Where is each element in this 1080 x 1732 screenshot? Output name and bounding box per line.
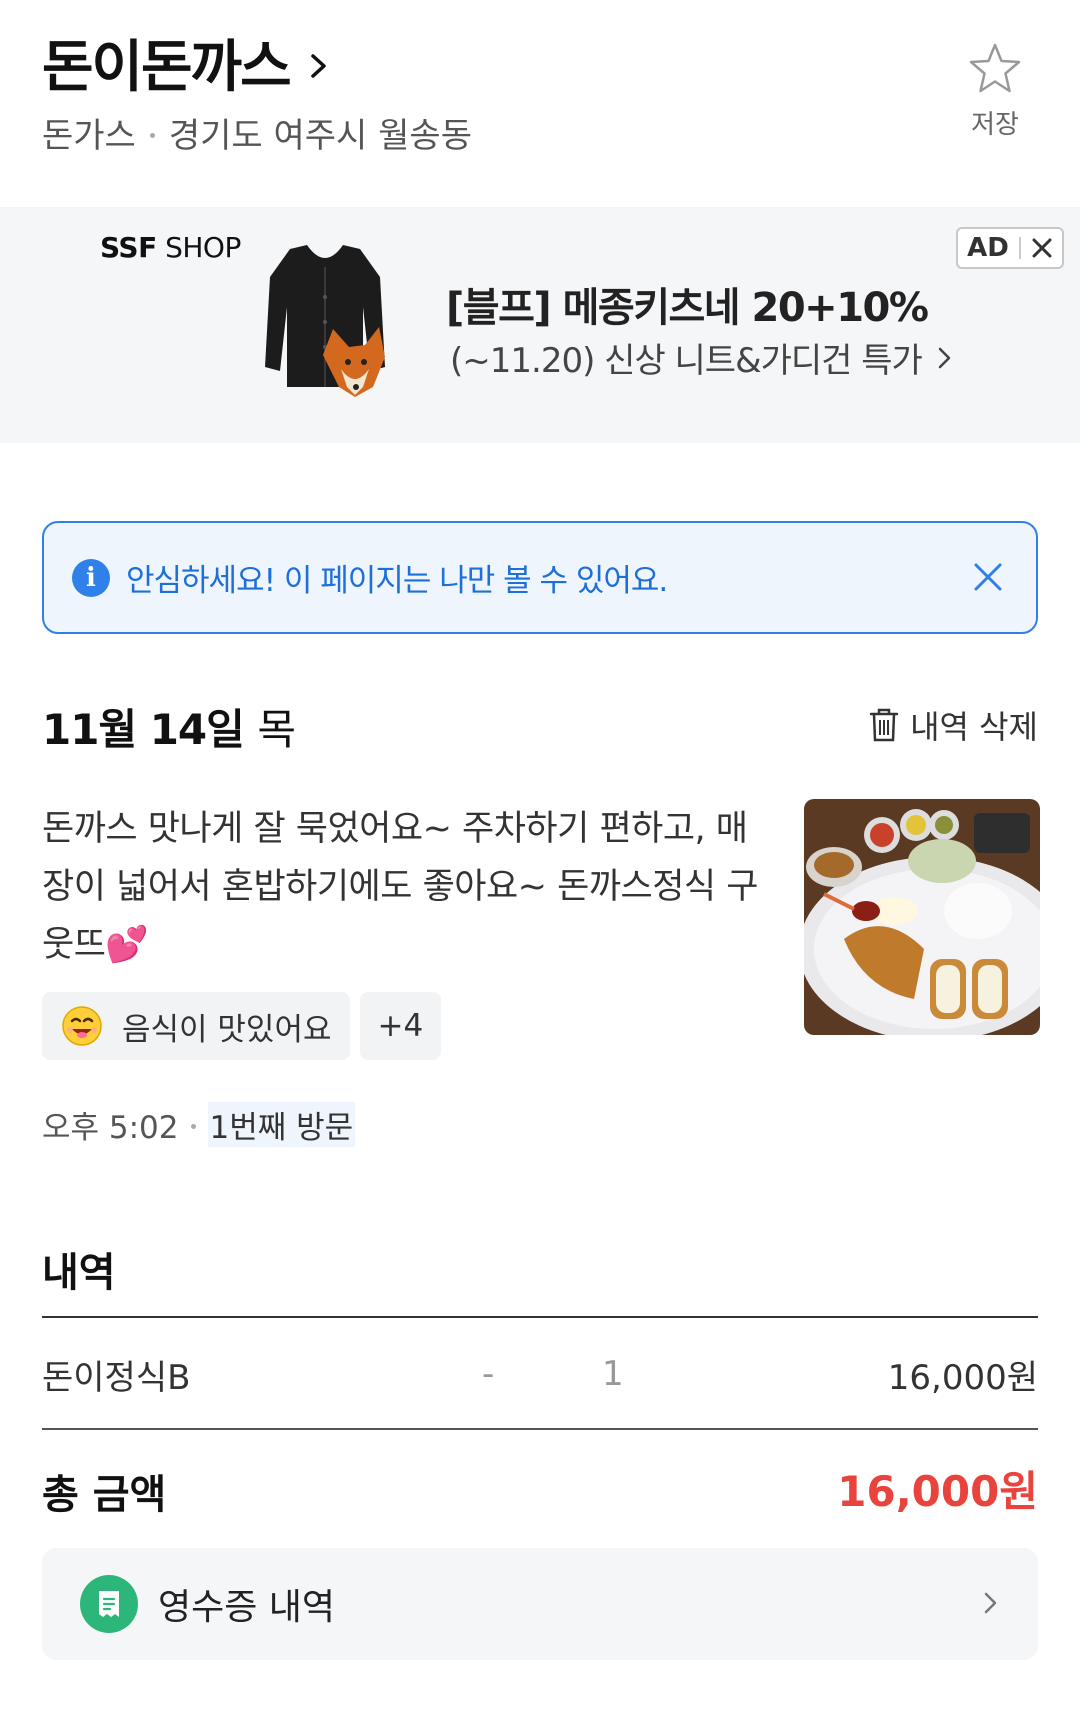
ad-title: [블프] 메종키츠네 20+10%: [446, 285, 929, 331]
more-tags-count: +4: [377, 1008, 424, 1044]
separator-dot: [149, 133, 155, 138]
visit-time: 오후 5:02: [42, 1110, 179, 1146]
store-subtitle: 돈가스 경기도 여주시 월송동: [42, 108, 472, 157]
ad-brand-logo: SSF SHOP: [100, 231, 241, 264]
order-item-row: 돈이정식B - 1 16,000원: [42, 1318, 1038, 1430]
store-name: 돈이돈까스: [42, 35, 292, 100]
chevron-right-icon: [938, 347, 951, 368]
receipt-history-button[interactable]: 영수증 내역: [42, 1548, 1038, 1660]
smiley-icon: [62, 1006, 102, 1046]
review-text: 돈까스 맛나게 잘 묵었어요~ 주차하기 편하고, 매장이 넓어서 혼밥하기에도…: [42, 809, 758, 965]
ad-label: AD: [967, 233, 1009, 263]
total-amount: 16,000원: [837, 1467, 1038, 1516]
order-item-quantity: 1: [602, 1354, 624, 1394]
ad-close-button[interactable]: AD: [956, 227, 1064, 269]
ad-banner[interactable]: SSF SHOP [블프] 메종키츠네 20+10% (~11.20) 신상 니…: [0, 207, 1080, 443]
tag-label: 음식이 맛있어요: [122, 1011, 332, 1048]
save-label: 저장: [971, 110, 1019, 140]
close-icon[interactable]: [968, 557, 1008, 597]
ad-product-image: [265, 245, 385, 397]
tag-chip[interactable]: 음식이 맛있어요: [42, 992, 350, 1060]
receipt-label: 영수증 내역: [158, 1587, 336, 1628]
food-photo-image: [804, 799, 1040, 1035]
ad-description: (~11.20) 신상 니트&가디건 특가: [450, 333, 954, 382]
store-category: 돈가스: [42, 116, 136, 156]
visit-count: 1번째 방문: [207, 1102, 356, 1147]
heart-emoji: 💕: [105, 925, 149, 965]
visit-date: 11월 14일 목: [42, 705, 296, 754]
star-icon: [969, 43, 1021, 93]
order-item-name: 돈이정식B: [42, 1357, 191, 1398]
chevron-right-icon: [984, 1592, 997, 1614]
receipt-icon: [80, 1575, 138, 1633]
review-tags: 음식이 맛있어요 +4: [42, 992, 451, 1060]
visit-meta: 오후 5:02 1번째 방문: [42, 1102, 356, 1147]
order-section-title: 내역: [42, 1250, 116, 1296]
review-photo[interactable]: [804, 799, 1040, 1035]
info-icon: i: [72, 558, 110, 597]
delete-label: 내역 삭제: [910, 708, 1038, 746]
close-icon: [1032, 238, 1052, 258]
more-tags-chip[interactable]: +4: [359, 992, 442, 1060]
privacy-notice: i 안심하세요! 이 페이지는 나만 볼 수 있어요.: [42, 521, 1038, 634]
divider: [42, 1428, 1038, 1430]
order-item-price: 16,000원: [887, 1357, 1038, 1398]
total-label: 총 금액: [42, 1472, 167, 1518]
store-title-link[interactable]: 돈이돈까스: [42, 22, 334, 103]
notice-text: 안심하세요! 이 페이지는 나만 볼 수 있어요.: [126, 563, 668, 599]
order-item-option: -: [482, 1354, 495, 1394]
trash-icon: [869, 708, 899, 742]
separator-dot: [190, 1124, 196, 1129]
chevron-right-icon: [310, 53, 326, 78]
delete-history-button[interactable]: 내역 삭제: [868, 702, 1038, 748]
store-location: 경기도 여주시 월송동: [168, 116, 472, 156]
visit-day-of-week: 목: [257, 705, 296, 754]
save-button[interactable]: 저장: [950, 40, 1040, 150]
store-header: 돈이돈까스 돈가스 경기도 여주시 월송동 저장: [0, 0, 1080, 207]
